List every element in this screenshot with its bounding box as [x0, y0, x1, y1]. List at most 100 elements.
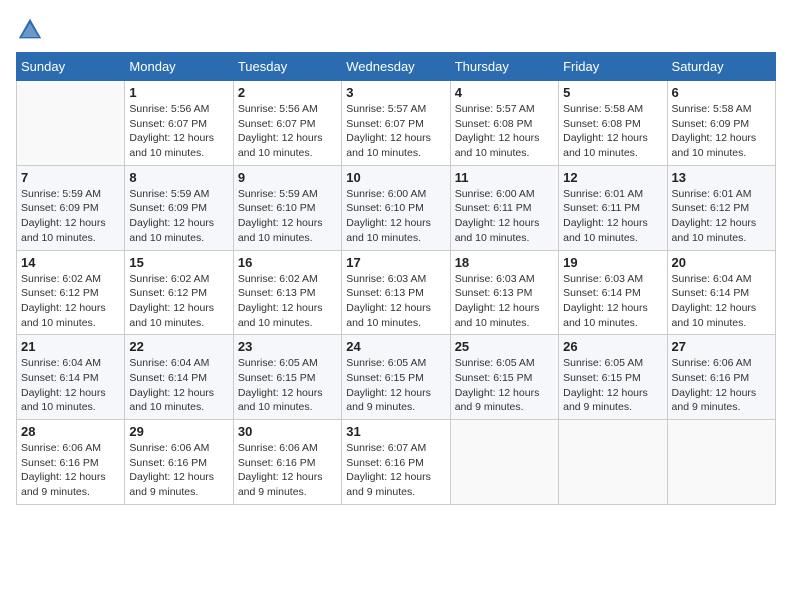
day-info: Sunrise: 6:02 AMSunset: 6:13 PMDaylight:… [238, 272, 337, 331]
col-header-sunday: Sunday [17, 53, 125, 81]
day-cell: 9Sunrise: 5:59 AMSunset: 6:10 PMDaylight… [233, 165, 341, 250]
day-cell: 12Sunrise: 6:01 AMSunset: 6:11 PMDayligh… [559, 165, 667, 250]
day-cell: 26 Sunrise: 6:05 AMSunset: 6:15 PMDayligh… [559, 335, 667, 420]
day-info: Sunrise: 6:01 AMSunset: 6:12 PMDaylight:… [672, 187, 771, 246]
day-number: 20 [672, 255, 771, 270]
day-number: 15 [129, 255, 228, 270]
day-number: 28 [21, 424, 120, 439]
day-info: Sunrise: 6:06 AMSunset: 6:16 PMDaylight:… [21, 441, 120, 500]
day-number: 8 [129, 170, 228, 185]
week-row-2: 7 Sunrise: 5:59 AMSunset: 6:09 PMDaylight… [17, 165, 776, 250]
day-number: 3 [346, 85, 445, 100]
day-cell: 8 Sunrise: 5:59 AMSunset: 6:09 PMDaylight… [125, 165, 233, 250]
day-number: 4 [455, 85, 554, 100]
col-header-saturday: Saturday [667, 53, 775, 81]
day-cell: 27 Sunrise: 6:06 AMSunset: 6:16 PMDayligh… [667, 335, 775, 420]
day-info: Sunrise: 6:03 AMSunset: 6:13 PMDaylight:… [455, 272, 554, 331]
day-cell [450, 420, 558, 505]
day-cell: 11 Sunrise: 6:00 AMSunset: 6:11 PMDayligh… [450, 165, 558, 250]
day-info: Sunrise: 6:04 AMSunset: 6:14 PMDaylight:… [672, 272, 771, 331]
day-info: Sunrise: 6:04 AMSunset: 6:14 PMDaylight:… [129, 356, 228, 415]
day-number: 24 [346, 339, 445, 354]
header [16, 16, 776, 44]
day-number: 23 [238, 339, 337, 354]
day-number: 7 [21, 170, 120, 185]
day-cell: 1 Sunrise: 5:56 AMSunset: 6:07 PMDaylight… [125, 81, 233, 166]
day-info: Sunrise: 6:00 AMSunset: 6:10 PMDaylight:… [346, 187, 445, 246]
day-number: 11 [455, 170, 554, 185]
day-cell: 15 Sunrise: 6:02 AMSunset: 6:12 PMDayligh… [125, 250, 233, 335]
day-cell: 17Sunrise: 6:03 AMSunset: 6:13 PMDayligh… [342, 250, 450, 335]
day-info: Sunrise: 6:05 AMSunset: 6:15 PMDaylight:… [563, 356, 662, 415]
day-info: Sunrise: 5:56 AMSunset: 6:07 PMDaylight:… [129, 102, 228, 161]
day-cell: 19 Sunrise: 6:03 AMSunset: 6:14 PMDayligh… [559, 250, 667, 335]
day-cell: 2Sunrise: 5:56 AMSunset: 6:07 PMDaylight… [233, 81, 341, 166]
day-info: Sunrise: 5:56 AMSunset: 6:07 PMDaylight:… [238, 102, 337, 161]
day-info: Sunrise: 6:04 AMSunset: 6:14 PMDaylight:… [21, 356, 120, 415]
col-header-wednesday: Wednesday [342, 53, 450, 81]
day-number: 14 [21, 255, 120, 270]
day-number: 6 [672, 85, 771, 100]
day-info: Sunrise: 6:05 AMSunset: 6:15 PMDaylight:… [238, 356, 337, 415]
day-cell: 5 Sunrise: 5:58 AMSunset: 6:08 PMDaylight… [559, 81, 667, 166]
day-number: 29 [129, 424, 228, 439]
day-cell: 31 Sunrise: 6:07 AMSunset: 6:16 PMDayligh… [342, 420, 450, 505]
day-number: 27 [672, 339, 771, 354]
day-number: 1 [129, 85, 228, 100]
day-number: 19 [563, 255, 662, 270]
day-cell: 29Sunrise: 6:06 AMSunset: 6:16 PMDayligh… [125, 420, 233, 505]
day-cell: 28 Sunrise: 6:06 AMSunset: 6:16 PMDayligh… [17, 420, 125, 505]
col-header-monday: Monday [125, 53, 233, 81]
day-number: 9 [238, 170, 337, 185]
col-header-tuesday: Tuesday [233, 53, 341, 81]
col-header-thursday: Thursday [450, 53, 558, 81]
col-header-friday: Friday [559, 53, 667, 81]
day-number: 5 [563, 85, 662, 100]
day-cell: 20 Sunrise: 6:04 AMSunset: 6:14 PMDayligh… [667, 250, 775, 335]
day-cell [17, 81, 125, 166]
day-info: Sunrise: 6:06 AMSunset: 6:16 PMDaylight:… [238, 441, 337, 500]
day-info: Sunrise: 6:03 AMSunset: 6:14 PMDaylight:… [563, 272, 662, 331]
day-number: 22 [129, 339, 228, 354]
day-info: Sunrise: 5:58 AMSunset: 6:09 PMDaylight:… [672, 102, 771, 161]
day-info: Sunrise: 6:06 AMSunset: 6:16 PMDaylight:… [672, 356, 771, 415]
day-number: 25 [455, 339, 554, 354]
day-cell: 13 Sunrise: 6:01 AMSunset: 6:12 PMDayligh… [667, 165, 775, 250]
day-cell: 30Sunrise: 6:06 AMSunset: 6:16 PMDayligh… [233, 420, 341, 505]
logo-icon [16, 16, 44, 44]
day-cell: 22 Sunrise: 6:04 AMSunset: 6:14 PMDayligh… [125, 335, 233, 420]
day-cell: 7 Sunrise: 5:59 AMSunset: 6:09 PMDaylight… [17, 165, 125, 250]
day-number: 21 [21, 339, 120, 354]
day-number: 16 [238, 255, 337, 270]
day-number: 31 [346, 424, 445, 439]
day-info: Sunrise: 5:57 AMSunset: 6:07 PMDaylight:… [346, 102, 445, 161]
week-row-3: 14 Sunrise: 6:02 AMSunset: 6:12 PMDayligh… [17, 250, 776, 335]
day-cell [559, 420, 667, 505]
day-cell: 3 Sunrise: 5:57 AMSunset: 6:07 PMDaylight… [342, 81, 450, 166]
day-cell: 16 Sunrise: 6:02 AMSunset: 6:13 PMDayligh… [233, 250, 341, 335]
day-info: Sunrise: 6:05 AMSunset: 6:15 PMDaylight:… [455, 356, 554, 415]
day-info: Sunrise: 5:59 AMSunset: 6:09 PMDaylight:… [129, 187, 228, 246]
day-number: 10 [346, 170, 445, 185]
day-cell: 24Sunrise: 6:05 AMSunset: 6:15 PMDayligh… [342, 335, 450, 420]
week-row-5: 28 Sunrise: 6:06 AMSunset: 6:16 PMDayligh… [17, 420, 776, 505]
day-cell [667, 420, 775, 505]
day-info: Sunrise: 5:59 AMSunset: 6:09 PMDaylight:… [21, 187, 120, 246]
day-info: Sunrise: 6:02 AMSunset: 6:12 PMDaylight:… [129, 272, 228, 331]
day-cell: 18Sunrise: 6:03 AMSunset: 6:13 PMDayligh… [450, 250, 558, 335]
calendar-table: SundayMondayTuesdayWednesdayThursdayFrid… [16, 52, 776, 505]
day-info: Sunrise: 6:02 AMSunset: 6:12 PMDaylight:… [21, 272, 120, 331]
day-cell: 25 Sunrise: 6:05 AMSunset: 6:15 PMDayligh… [450, 335, 558, 420]
day-info: Sunrise: 6:07 AMSunset: 6:16 PMDaylight:… [346, 441, 445, 500]
day-number: 17 [346, 255, 445, 270]
day-info: Sunrise: 5:58 AMSunset: 6:08 PMDaylight:… [563, 102, 662, 161]
day-info: Sunrise: 6:00 AMSunset: 6:11 PMDaylight:… [455, 187, 554, 246]
day-cell: 6 Sunrise: 5:58 AMSunset: 6:09 PMDaylight… [667, 81, 775, 166]
week-row-1: 1 Sunrise: 5:56 AMSunset: 6:07 PMDaylight… [17, 81, 776, 166]
day-number: 12 [563, 170, 662, 185]
day-cell: 21 Sunrise: 6:04 AMSunset: 6:14 PMDayligh… [17, 335, 125, 420]
day-number: 26 [563, 339, 662, 354]
day-info: Sunrise: 5:57 AMSunset: 6:08 PMDaylight:… [455, 102, 554, 161]
week-row-4: 21 Sunrise: 6:04 AMSunset: 6:14 PMDayligh… [17, 335, 776, 420]
day-number: 13 [672, 170, 771, 185]
